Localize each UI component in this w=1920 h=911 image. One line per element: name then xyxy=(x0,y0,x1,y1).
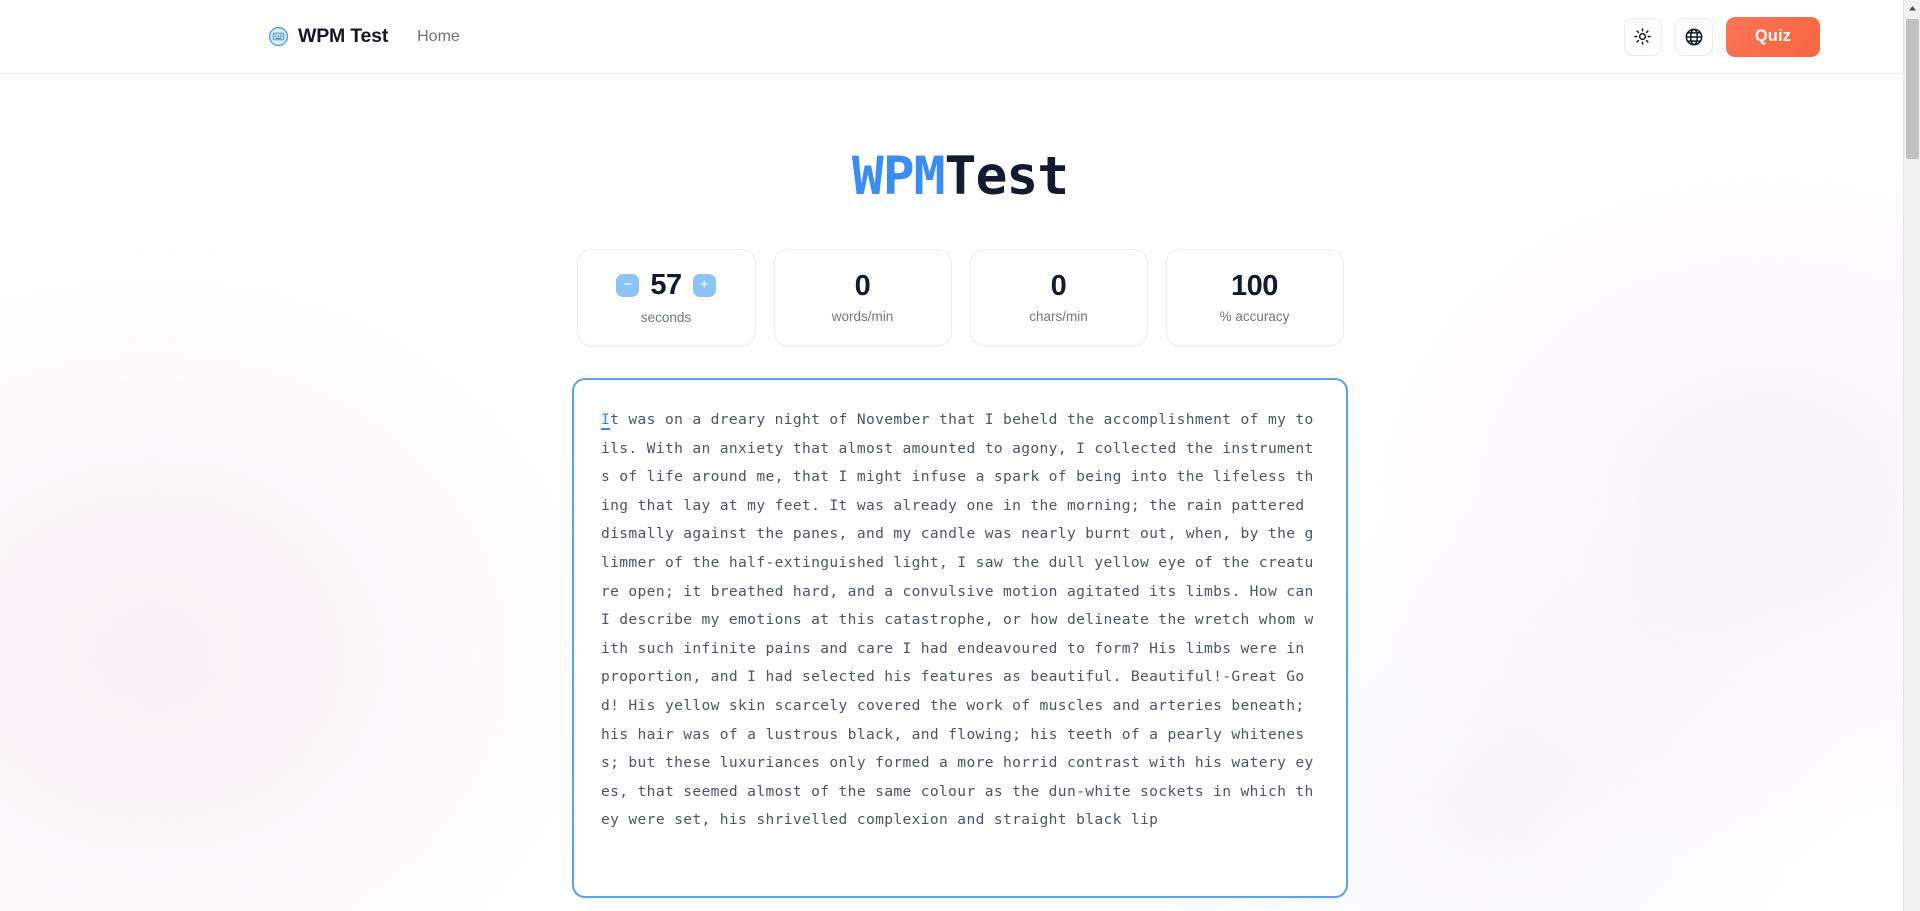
language-button[interactable] xyxy=(1674,17,1713,56)
scrollbar-thumb[interactable] xyxy=(1906,19,1919,159)
globe-icon xyxy=(1684,27,1704,47)
typing-input-area[interactable]: It was on a dreary night of November tha… xyxy=(572,378,1348,898)
quiz-button[interactable]: Quiz xyxy=(1725,16,1820,57)
sun-icon xyxy=(1633,27,1652,46)
stat-card-seconds: − 57 + seconds xyxy=(576,249,756,346)
app-header: WPM Test Home Quiz xyxy=(0,0,1920,74)
stat-card-cpm: 0 chars/min xyxy=(969,249,1148,346)
scrollbar-up-arrow[interactable] xyxy=(1904,0,1920,17)
main-content: WPMTest − 57 + seconds 0 words/min 0 cha… xyxy=(0,74,1920,898)
cpm-value: 0 xyxy=(1050,269,1067,302)
seconds-value: 57 xyxy=(650,269,682,302)
header-actions: Quiz xyxy=(1623,16,1820,57)
caret-up-icon xyxy=(1908,5,1917,12)
accuracy-label: % accuracy xyxy=(1219,309,1290,325)
accuracy-value: 100 xyxy=(1231,269,1278,302)
page-title-dark: Test xyxy=(944,146,1070,207)
seconds-decrement-button[interactable]: − xyxy=(616,274,640,297)
keyboard-circle-icon xyxy=(268,26,289,47)
page-title-accent: WPM xyxy=(851,146,946,207)
seconds-increment-button[interactable]: + xyxy=(692,274,716,297)
typing-prompt-text: It was on a dreary night of November tha… xyxy=(601,406,1319,835)
stat-card-accuracy: 100 % accuracy xyxy=(1165,249,1344,346)
typing-caret-char: I xyxy=(601,411,611,430)
brand-logo-link[interactable]: WPM Test xyxy=(268,25,388,48)
wpm-label: words/min xyxy=(831,309,894,325)
main-nav: Home xyxy=(417,28,460,46)
theme-toggle-button[interactable] xyxy=(1623,17,1662,56)
page-scrollbar[interactable] xyxy=(1903,0,1920,911)
seconds-stepper: − 57 + xyxy=(616,269,716,302)
stat-card-wpm: 0 words/min xyxy=(773,249,952,346)
nav-link-home[interactable]: Home xyxy=(417,28,460,46)
wpm-value: 0 xyxy=(854,269,871,302)
cpm-label: chars/min xyxy=(1029,309,1088,325)
typing-remaining-text: t was on a dreary night of November that… xyxy=(601,411,1323,829)
page-title: WPMTest xyxy=(852,150,1069,203)
brand-name: WPM Test xyxy=(298,25,389,47)
seconds-label: seconds xyxy=(640,309,692,325)
stats-row: − 57 + seconds 0 words/min 0 chars/min 1… xyxy=(576,249,1344,346)
